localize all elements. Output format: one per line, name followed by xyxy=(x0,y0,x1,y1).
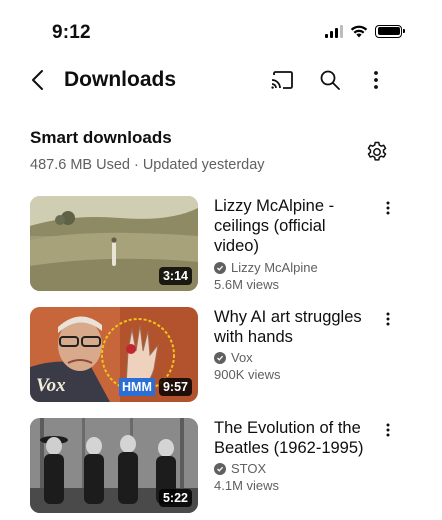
vox-logo: Vox xyxy=(36,375,66,396)
verified-badge-icon xyxy=(214,261,226,274)
video-channel: Lizzy McAlpine xyxy=(214,260,318,275)
status-bar: 9:12 xyxy=(0,0,442,62)
status-time: 9:12 xyxy=(52,22,91,43)
video-channel-name: STOX xyxy=(231,461,267,476)
video-views: 900K views xyxy=(214,367,281,382)
video-title[interactable]: Why AI art struggles with hands xyxy=(214,307,374,347)
more-vertical-icon xyxy=(386,312,390,326)
search-button[interactable] xyxy=(316,66,344,94)
thumbnail-tag: HMM xyxy=(119,378,155,396)
more-vertical-icon xyxy=(386,201,390,215)
app-header: Downloads xyxy=(0,60,442,100)
back-button[interactable] xyxy=(24,66,52,94)
smart-downloads-subtitle: 487.6 MB Used · Updated yesterday xyxy=(30,157,265,173)
video-channel: Vox xyxy=(214,350,253,365)
cast-button[interactable] xyxy=(268,66,296,94)
video-title[interactable]: Lizzy McAlpine - ceilings (official vide… xyxy=(214,196,374,256)
battery-icon xyxy=(375,24,405,38)
settings-button[interactable] xyxy=(363,138,391,166)
smart-downloads-title: Smart downloads xyxy=(30,128,172,147)
more-vertical-icon xyxy=(386,423,390,437)
back-arrow-icon xyxy=(32,70,43,90)
page-title: Downloads xyxy=(64,68,177,91)
verified-badge-icon xyxy=(214,351,226,364)
gear-icon xyxy=(367,141,387,161)
cast-icon xyxy=(271,71,293,89)
search-icon xyxy=(320,70,340,90)
video-more-button[interactable] xyxy=(378,418,398,442)
video-thumbnail[interactable]: Vox HMM 9:57 xyxy=(30,307,198,402)
more-options-button[interactable] xyxy=(362,66,390,94)
video-thumbnail[interactable]: 3:14 xyxy=(30,196,198,291)
video-item[interactable]: 5:22 The Evolution of the Beatles (1962-… xyxy=(0,418,442,518)
video-duration: 9:57 xyxy=(158,378,192,396)
video-channel: STOX xyxy=(214,461,266,476)
status-icons xyxy=(325,24,405,38)
video-views: 4.1M views xyxy=(214,478,280,493)
wifi-icon xyxy=(350,25,368,38)
video-item[interactable]: Vox HMM 9:57 Why AI art struggles with h… xyxy=(0,307,442,407)
verified-badge-icon xyxy=(214,462,226,475)
video-item[interactable]: 3:14 Lizzy McAlpine - ceilings (official… xyxy=(0,196,442,296)
video-channel-name: Lizzy McAlpine xyxy=(231,260,318,275)
video-duration: 5:22 xyxy=(158,489,192,507)
video-thumbnail[interactable]: 5:22 xyxy=(30,418,198,513)
signal-icon xyxy=(325,24,343,38)
video-channel-name: Vox xyxy=(231,350,253,365)
more-vertical-icon xyxy=(374,71,378,89)
video-more-button[interactable] xyxy=(378,307,398,331)
video-duration: 3:14 xyxy=(158,267,192,285)
video-title[interactable]: The Evolution of the Beatles (1962-1995) xyxy=(214,418,374,458)
video-views: 5.6M views xyxy=(214,277,280,292)
video-more-button[interactable] xyxy=(378,196,398,220)
